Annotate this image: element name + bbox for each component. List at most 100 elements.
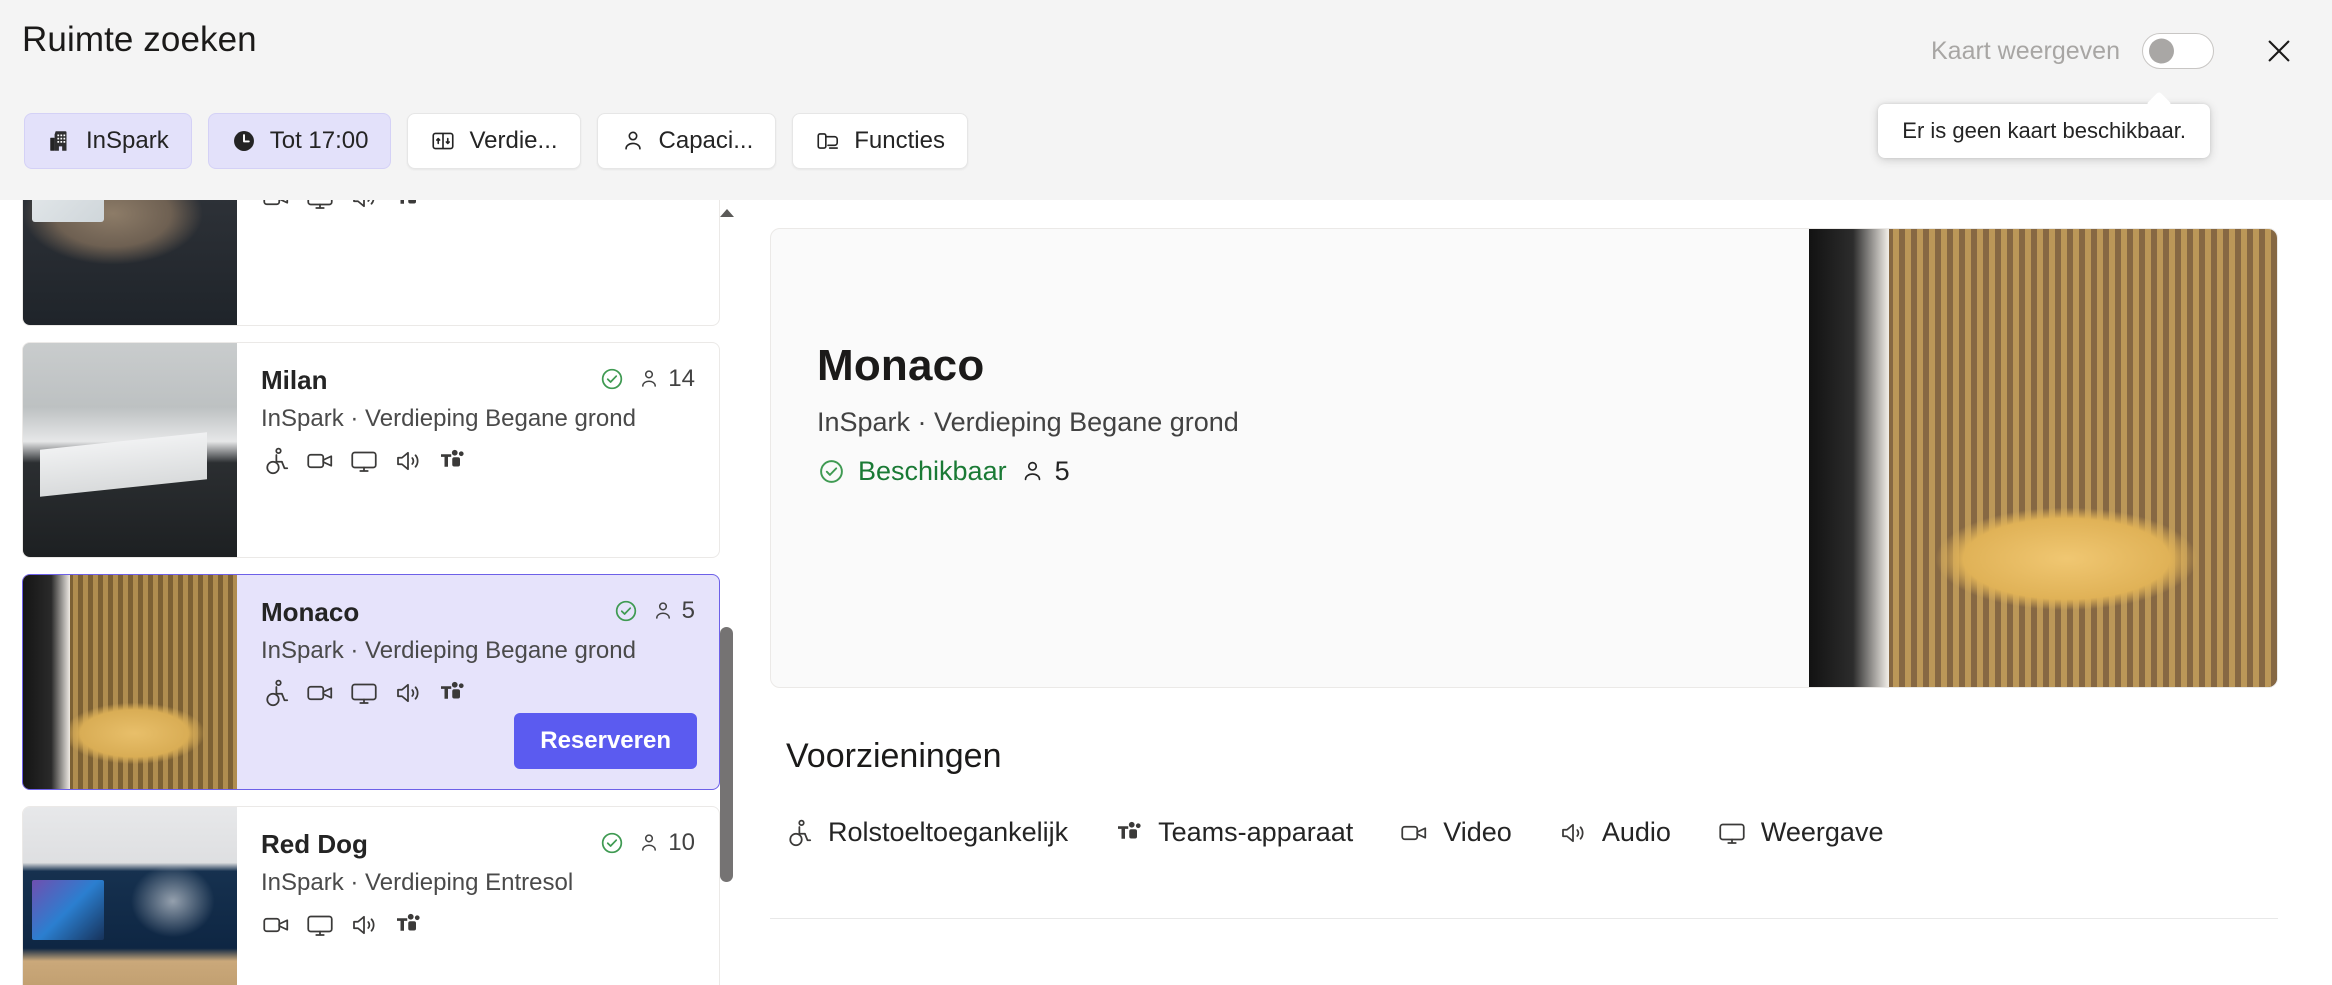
room-list-panel[interactable]: InSpark · Verdieping Entresol Milan <box>0 200 740 985</box>
room-capacity: 10 <box>637 829 695 857</box>
available-check-icon <box>602 832 623 854</box>
wheelchair-icon <box>266 679 289 707</box>
display-icon <box>351 451 377 472</box>
video-icon <box>1399 818 1429 848</box>
room-capacity: 14 <box>637 365 695 393</box>
detail-divider <box>770 918 2278 919</box>
wheelchair-icon <box>266 447 289 475</box>
available-check-icon <box>602 368 623 390</box>
room-amenity-icons <box>261 200 695 213</box>
amenity-label: Video <box>1443 817 1512 847</box>
amenity-label: Audio <box>1601 817 1671 847</box>
room-detail-info: Monaco InSpark · Verdieping Begane grond… <box>771 229 1809 687</box>
close-button[interactable] <box>2256 28 2302 74</box>
person-icon <box>642 370 657 387</box>
room-capacity-value: 5 <box>681 597 695 624</box>
audio-icon <box>353 200 375 208</box>
room-card-body: Milan 14 InSpark · Verdieping Begane gro… <box>237 343 719 557</box>
room-list: InSpark · Verdieping Entresol Milan <box>0 200 740 985</box>
building-icon <box>50 131 67 151</box>
person-icon <box>1024 461 1040 481</box>
detail-status-row: Beschikbaar 5 <box>817 456 1809 487</box>
toggle-knob <box>2149 38 2174 64</box>
video-icon <box>307 685 333 701</box>
filter-chip-label: InSpark <box>86 127 169 154</box>
teams-icon <box>441 449 464 467</box>
filter-chip-floor[interactable]: Verdie... <box>407 113 581 169</box>
person-icon <box>655 602 670 619</box>
filter-chip-time[interactable]: Tot 17:00 <box>207 113 392 169</box>
room-card-header: Milan 14 <box>261 365 695 396</box>
clock-icon <box>233 131 254 151</box>
room-detail-photo <box>1809 229 2277 687</box>
amenity-item-teams: Teams-apparaat <box>1114 817 1353 848</box>
filter-chip-label: Functies <box>854 127 945 154</box>
room-card-body: Monaco 5 InSpark · Verdieping Begane gro… <box>237 575 719 789</box>
teams-icon <box>441 681 464 699</box>
room-name: Red Dog <box>261 829 368 859</box>
scroll-up-button[interactable] <box>716 200 738 226</box>
list-scrollbar-thumb[interactable] <box>720 627 733 882</box>
audio-icon <box>1558 818 1588 848</box>
room-location: InSpark · Verdieping Entresol <box>261 869 574 896</box>
filter-chip-label: Tot 17:00 <box>269 127 369 154</box>
filter-chip-building[interactable]: InSpark <box>24 113 192 169</box>
room-card-header: Monaco 5 <box>261 597 695 628</box>
available-check-icon <box>615 600 636 622</box>
map-toggle-switch[interactable] <box>2142 33 2214 69</box>
audio-icon <box>353 915 375 935</box>
room-name: Monaco <box>261 597 360 627</box>
features-icon <box>817 133 839 149</box>
video-icon <box>263 200 289 206</box>
detail-room-name: Monaco <box>817 341 985 390</box>
filter-chip-label: Capaci... <box>658 127 754 154</box>
teams-icon <box>1114 818 1144 848</box>
amenities-list: Rolstoeltoegankelijk Teams-apparaat Vide… <box>784 817 1883 848</box>
room-card-selected[interactable]: Monaco 5 InSpark · Verdieping Begane gro… <box>22 574 720 790</box>
filter-chip-features[interactable]: Functies <box>792 113 968 169</box>
room-capacity-value: 10 <box>668 829 695 856</box>
wheelchair-icon <box>784 818 814 848</box>
room-thumbnail <box>23 200 237 325</box>
reserve-button[interactable]: Reserveren <box>514 713 697 769</box>
amenity-label: Weergave <box>1760 817 1884 847</box>
filter-bar: InSpark Tot 17:00 Verdie... Capaci... Fu… <box>24 113 968 169</box>
floor-icon <box>432 132 455 150</box>
room-finder-dialog: Ruimte zoeken Kaart weergeven Er is geen… <box>0 0 2332 985</box>
display-icon <box>307 200 333 209</box>
room-card[interactable]: InSpark · Verdieping Entresol <box>22 200 720 326</box>
map-toggle-label: Kaart weergeven <box>1930 36 2120 65</box>
amenity-item-audio: Audio <box>1558 817 1671 848</box>
audio-icon <box>397 683 419 703</box>
person-icon <box>642 834 657 851</box>
detail-capacity: 5 <box>1019 456 1070 487</box>
amenity-label: Rolstoeltoegankelijk <box>828 817 1069 847</box>
room-amenity-icons <box>261 910 695 940</box>
close-icon <box>2268 40 2290 62</box>
room-card-meta: 14 <box>599 365 695 393</box>
filter-chip-capacity[interactable]: Capaci... <box>596 113 777 169</box>
room-amenity-icons <box>261 678 695 708</box>
filter-chip-label: Verdie... <box>469 127 558 154</box>
amenity-item-wheelchair: Rolstoeltoegankelijk <box>784 817 1068 848</box>
video-icon <box>263 917 289 933</box>
room-detail-hero: Monaco InSpark · Verdieping Begane grond… <box>770 228 2278 688</box>
room-location: InSpark · Verdieping Begane grond <box>261 405 636 432</box>
person-icon <box>624 131 641 150</box>
room-capacity-value: 14 <box>668 365 695 392</box>
room-thumbnail <box>23 575 237 789</box>
room-card-body: InSpark · Verdieping Entresol <box>237 200 719 325</box>
audio-icon <box>397 451 419 471</box>
page-title: Ruimte zoeken <box>22 20 257 59</box>
display-icon <box>351 683 377 704</box>
room-card-header: Red Dog 10 <box>261 829 695 860</box>
room-location: InSpark · Verdieping Begane grond <box>261 637 636 664</box>
room-amenity-icons <box>261 446 695 476</box>
detail-capacity-value: 5 <box>1054 456 1070 486</box>
status-badge: Beschikbaar <box>858 456 1007 486</box>
amenity-item-video: Video <box>1399 817 1512 848</box>
room-card[interactable]: Milan 14 InSpark · Verdieping Begane gro… <box>22 342 720 558</box>
room-thumbnail <box>23 807 237 985</box>
room-detail-panel: Monaco InSpark · Verdieping Begane grond… <box>740 200 2332 985</box>
room-card[interactable]: Red Dog 10 InSpark · Verdieping Entresol <box>22 806 720 985</box>
